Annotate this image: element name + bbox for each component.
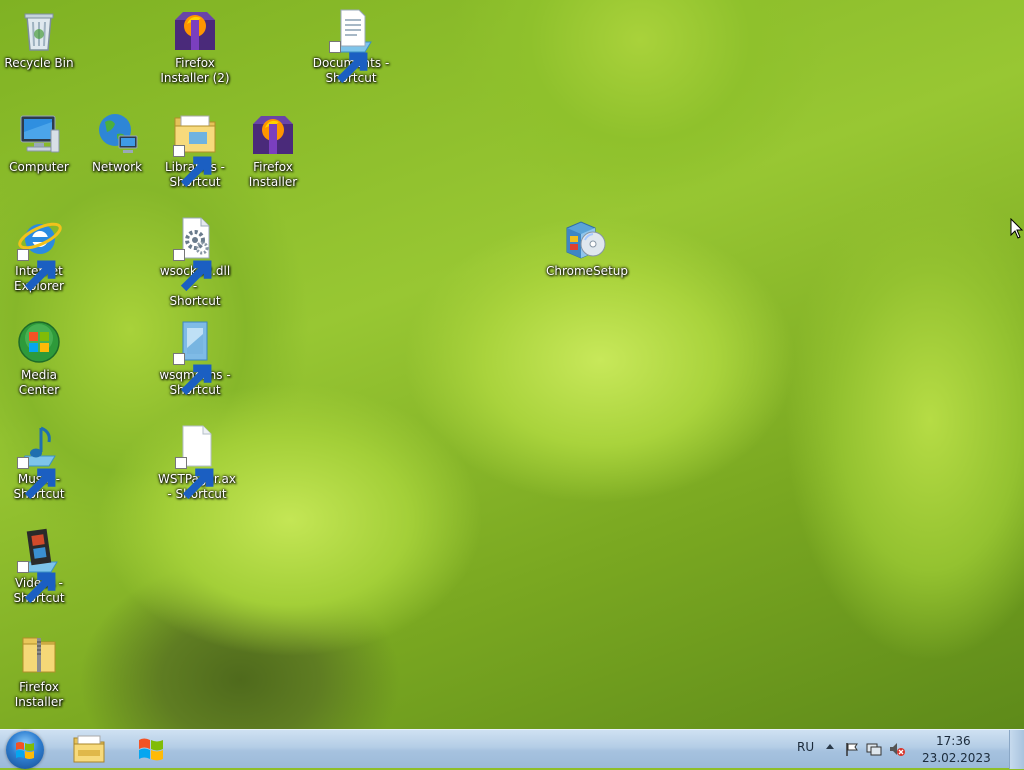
desktop-icon-libraries-shortcut[interactable]: Libraries - Shortcut xyxy=(156,110,234,190)
desktop-icon-wsqmcons-shortcut[interactable]: wsqmcons - Shortcut xyxy=(156,318,234,398)
taskbar: RU 17:36 23.02.2023 xyxy=(0,729,1024,769)
desktop-icon-label: Firefox Installer xyxy=(248,160,298,189)
computer-icon xyxy=(15,110,63,158)
shortcut-arrow-icon xyxy=(17,457,56,500)
desktop-icon-media-center[interactable]: Media Center xyxy=(0,318,78,398)
windows-start-icon xyxy=(16,742,34,759)
zip-folder-icon xyxy=(15,630,63,678)
desktop-icon-label: Firefox Installer (2) xyxy=(160,56,230,85)
shortcut-arrow-icon xyxy=(173,145,212,188)
windows-logo-icon xyxy=(139,738,163,761)
internet-explorer-icon xyxy=(15,214,63,292)
desktop-icon-videos-shortcut[interactable]: Videos - Shortcut xyxy=(0,526,78,606)
desktop-icon-label: Media Center xyxy=(18,368,60,397)
application-window-icon xyxy=(171,318,219,396)
firefox-installer-icon xyxy=(171,6,219,54)
clock-date[interactable]: 23.02.2023 xyxy=(922,751,991,765)
desktop-icon-label: Firefox Installer xyxy=(14,680,64,709)
folder-explorer-icon xyxy=(73,735,105,763)
blank-file-icon xyxy=(173,422,221,500)
network-icon[interactable] xyxy=(866,741,882,757)
desktop-icon-computer[interactable]: Computer xyxy=(0,110,78,175)
flag-icon[interactable] xyxy=(844,741,860,757)
desktop-icon-recycle-bin[interactable]: Recycle Bin xyxy=(0,6,78,71)
film-strip-icon xyxy=(15,526,63,604)
desktop[interactable]: Recycle Bin Computer Internet Explorer M… xyxy=(0,0,1024,729)
desktop-icon-firefox-installer-zip[interactable]: Firefox Installer xyxy=(0,630,78,710)
desktop-icon-internet-explorer[interactable]: Internet Explorer xyxy=(0,214,78,294)
dll-gear-icon xyxy=(171,214,219,292)
shortcut-arrow-icon xyxy=(175,457,214,500)
media-center-icon xyxy=(15,318,63,366)
desktop-icon-label: Recycle Bin xyxy=(4,56,74,70)
libraries-folder-icon xyxy=(171,110,219,188)
desktop-icon-label: Network xyxy=(91,160,143,174)
desktop-icon-label: ChromeSetup xyxy=(546,264,628,278)
speaker-muted-icon[interactable] xyxy=(888,741,906,757)
music-note-icon xyxy=(15,422,63,500)
show-desktop-button[interactable] xyxy=(1009,730,1024,769)
desktop-icon-music-shortcut[interactable]: Music - Shortcut xyxy=(0,422,78,502)
desktop-icon-wsock32-shortcut[interactable]: wsock32.dll - Shortcut xyxy=(156,214,234,309)
shortcut-arrow-icon xyxy=(329,41,368,84)
documents-icon xyxy=(327,6,375,84)
desktop-icon-label: Computer xyxy=(9,160,69,174)
taskbar-explorer-button[interactable] xyxy=(64,732,114,767)
recycle-bin-icon xyxy=(15,6,63,54)
desktop-icon-firefox-installer-2[interactable]: Firefox Installer (2) xyxy=(156,6,234,86)
start-button[interactable] xyxy=(6,731,44,769)
notification-area: RU 17:36 23.02.2023 xyxy=(794,730,1024,769)
shortcut-arrow-icon xyxy=(173,249,212,292)
mouse-cursor-icon xyxy=(1010,217,1024,240)
firefox-installer-icon xyxy=(249,110,297,158)
shortcut-arrow-icon xyxy=(173,353,212,396)
chevron-up-icon[interactable] xyxy=(826,744,834,749)
desktop-icon-wstpager-shortcut[interactable]: WSTPager.ax - Shortcut xyxy=(158,422,236,502)
desktop-icon-network[interactable]: Network xyxy=(78,110,156,175)
desktop-icon-documents-shortcut[interactable]: Documents - Shortcut xyxy=(312,6,390,86)
taskbar-windows-button[interactable] xyxy=(126,732,176,767)
language-indicator[interactable]: RU xyxy=(797,740,814,754)
clock-time[interactable]: 17:36 xyxy=(936,734,971,748)
desktop-icon-chromesetup[interactable]: ChromeSetup xyxy=(546,214,628,279)
desktop-icon-firefox-installer[interactable]: Firefox Installer xyxy=(234,110,312,190)
installer-box-disc-icon xyxy=(561,214,609,262)
shortcut-arrow-icon xyxy=(17,561,56,604)
network-globe-icon xyxy=(93,110,141,158)
shortcut-arrow-icon xyxy=(17,249,56,292)
